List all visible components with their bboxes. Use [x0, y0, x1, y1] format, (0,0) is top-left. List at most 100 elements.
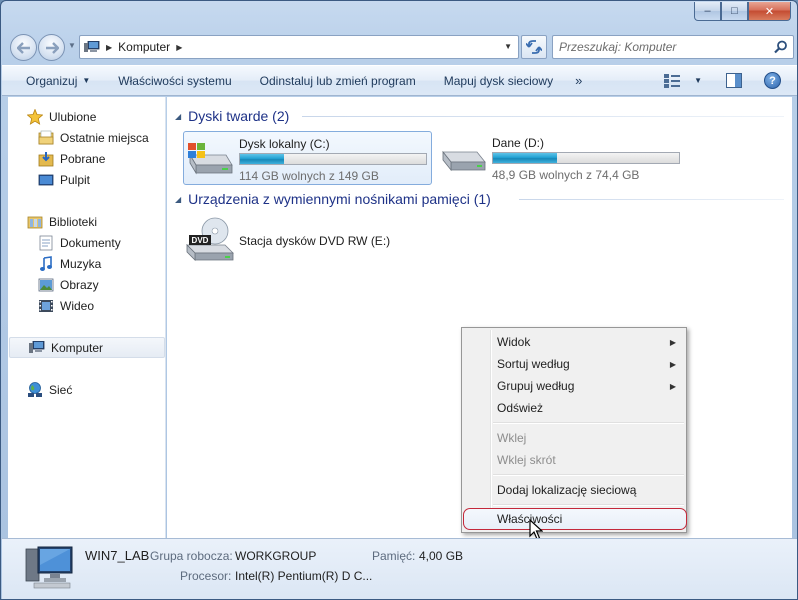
view-dropdown-icon[interactable]: ▼ — [694, 76, 702, 85]
forward-arrow-icon — [45, 41, 59, 54]
organize-button[interactable]: Organizuj ▼ — [2, 66, 104, 95]
submenu-arrow-icon: ▶ — [669, 381, 676, 391]
menu-item-group-by[interactable]: Grupuj według ▶ — [464, 375, 684, 397]
help-icon[interactable]: ? — [764, 72, 781, 89]
processor-label: Procesor: — [180, 569, 232, 583]
menu-separator — [493, 504, 684, 506]
menu-item-label: Grupuj według — [497, 379, 575, 393]
sidebar-item-favorites[interactable]: Ulubione — [8, 106, 166, 127]
navigation-bar: ▼ ▶ Komputer ▶ ▼ — [7, 33, 794, 61]
libraries-icon — [27, 214, 43, 230]
group-divider — [302, 116, 784, 117]
computer-icon — [29, 340, 45, 356]
map-network-drive-button[interactable]: Mapuj dysk sieciowy — [430, 66, 567, 95]
menu-item-paste: Wklej — [497, 431, 527, 445]
preview-pane-icon[interactable] — [726, 73, 742, 88]
drive-dvd-e[interactable]: DVD Stacja dysków DVD RW (E:) — [185, 217, 390, 267]
processor-value: Intel(R) Pentium(R) D C... — [235, 569, 373, 583]
search-icon[interactable] — [774, 40, 788, 54]
menu-item-view[interactable]: Widok ▶ — [464, 331, 684, 353]
sidebar-item-documents[interactable]: Dokumenty — [8, 232, 166, 253]
caption-buttons: – □ ✕ — [694, 2, 791, 21]
sidebar-item-label: Sieć — [49, 382, 73, 397]
recent-places-icon — [38, 130, 54, 146]
navigation-pane: Ulubione Ostatnie miejsca Pobrane Pulpit… — [8, 97, 166, 538]
submenu-arrow-icon: ▶ — [669, 359, 676, 369]
drive-name: Dysk lokalny (C:) — [239, 137, 330, 151]
group-header-label: Urządzenia z wymiennymi nośnikami pamięc… — [188, 191, 491, 207]
windows-drive-icon — [188, 143, 233, 175]
star-icon — [27, 108, 43, 125]
sidebar-item-label: Muzyka — [60, 256, 102, 271]
computer-name: WIN7_LAB — [85, 548, 150, 563]
sidebar-item-computer[interactable]: Komputer — [9, 337, 165, 358]
drive-usage-fill — [493, 153, 557, 163]
menu-item-label: Widok — [497, 335, 531, 349]
change-view-icon[interactable] — [664, 73, 681, 88]
drive-free-space: 48,9 GB wolnych z 74,4 GB — [492, 168, 640, 182]
drive-data-d[interactable]: Dane (D:) 48,9 GB wolnych z 74,4 GB — [437, 131, 686, 185]
sidebar-item-label: Pulpit — [60, 172, 91, 187]
music-note-icon — [38, 255, 54, 272]
collapse-triangle-icon[interactable]: ◢ — [175, 112, 181, 121]
refresh-icon — [526, 40, 542, 54]
group-header-hard-drives[interactable]: ◢ Dyski twarde (2) — [175, 106, 289, 126]
sidebar-item-label: Komputer — [51, 340, 104, 355]
maximize-button[interactable]: □ — [721, 2, 748, 21]
back-arrow-icon — [16, 41, 30, 54]
collapse-triangle-icon[interactable]: ◢ — [175, 195, 181, 204]
group-header-label: Dyski twarde (2) — [188, 108, 290, 124]
forward-button[interactable] — [38, 34, 65, 61]
workgroup-label: Grupa robocza: — [150, 549, 233, 563]
address-bar[interactable]: ▶ Komputer ▶ ▼ — [79, 35, 519, 59]
menu-item-paste-shortcut: Wklej skrót — [497, 453, 556, 467]
organize-label: Organizuj — [26, 73, 78, 88]
breadcrumb-computer[interactable]: Komputer — [118, 40, 170, 54]
sidebar-item-videos[interactable]: Wideo — [8, 295, 166, 316]
memory-value: 4,00 GB — [419, 549, 464, 563]
menu-item-properties[interactable]: Właściwości — [463, 508, 687, 530]
downloads-folder-icon — [38, 151, 54, 167]
menu-item-sort-by[interactable]: Sortuj według ▶ — [464, 353, 684, 375]
breadcrumb-chevron-icon[interactable]: ▶ — [176, 43, 182, 52]
breadcrumb-separator-icon[interactable]: ▶ — [106, 43, 112, 52]
video-film-icon — [38, 298, 54, 314]
recent-pages-dropdown[interactable]: ▼ — [68, 41, 76, 50]
close-button[interactable]: ✕ — [748, 2, 791, 21]
search-box[interactable] — [552, 35, 794, 59]
search-input[interactable] — [559, 40, 759, 54]
drive-usage-fill — [240, 154, 284, 164]
menu-separator — [493, 474, 684, 476]
sidebar-item-network[interactable]: Sieć — [8, 379, 166, 400]
sidebar-item-label: Biblioteki — [49, 214, 98, 229]
documents-icon — [38, 235, 54, 251]
menu-item-refresh[interactable]: Odśwież — [464, 397, 684, 419]
minimize-button[interactable]: – — [694, 2, 721, 21]
command-bar: Organizuj ▼ Właściwości systemu Odinstal… — [2, 65, 797, 96]
dvd-drive-icon: DVD — [186, 217, 234, 261]
drive-name: Stacja dysków DVD RW (E:) — [239, 234, 391, 248]
sidebar-item-pictures[interactable]: Obrazy — [8, 274, 166, 295]
group-divider — [519, 199, 784, 200]
back-button[interactable] — [10, 34, 37, 61]
computer-large-icon — [25, 546, 73, 589]
context-menu: Widok ▶ Sortuj według ▶ Grupuj według ▶ … — [461, 327, 687, 533]
system-properties-button[interactable]: Właściwości systemu — [104, 66, 245, 95]
address-dropdown-icon[interactable]: ▼ — [504, 42, 512, 51]
hard-drive-icon — [442, 150, 486, 172]
sidebar-item-music[interactable]: Muzyka — [8, 253, 166, 274]
sidebar-item-label: Dokumenty — [60, 235, 121, 250]
sidebar-item-recent-places[interactable]: Ostatnie miejsca — [8, 127, 166, 148]
more-commands-button[interactable]: » — [567, 66, 590, 95]
sidebar-item-downloads[interactable]: Pobrane — [8, 148, 166, 169]
sidebar-item-label: Ostatnie miejsca — [60, 130, 149, 145]
sidebar-item-libraries[interactable]: Biblioteki — [8, 211, 166, 232]
menu-item-add-network-location[interactable]: Dodaj lokalizację sieciową — [464, 479, 684, 501]
drive-local-c[interactable]: Dysk lokalny (C:) 114 GB wolnych z 149 G… — [183, 131, 432, 185]
desktop-icon — [38, 172, 54, 188]
group-header-removable[interactable]: ◢ Urządzenia z wymiennymi nośnikami pami… — [175, 189, 491, 209]
sidebar-item-desktop[interactable]: Pulpit — [8, 169, 166, 190]
uninstall-program-button[interactable]: Odinstaluj lub zmień program — [246, 66, 430, 95]
submenu-arrow-icon: ▶ — [669, 337, 676, 347]
refresh-button[interactable] — [521, 35, 547, 59]
